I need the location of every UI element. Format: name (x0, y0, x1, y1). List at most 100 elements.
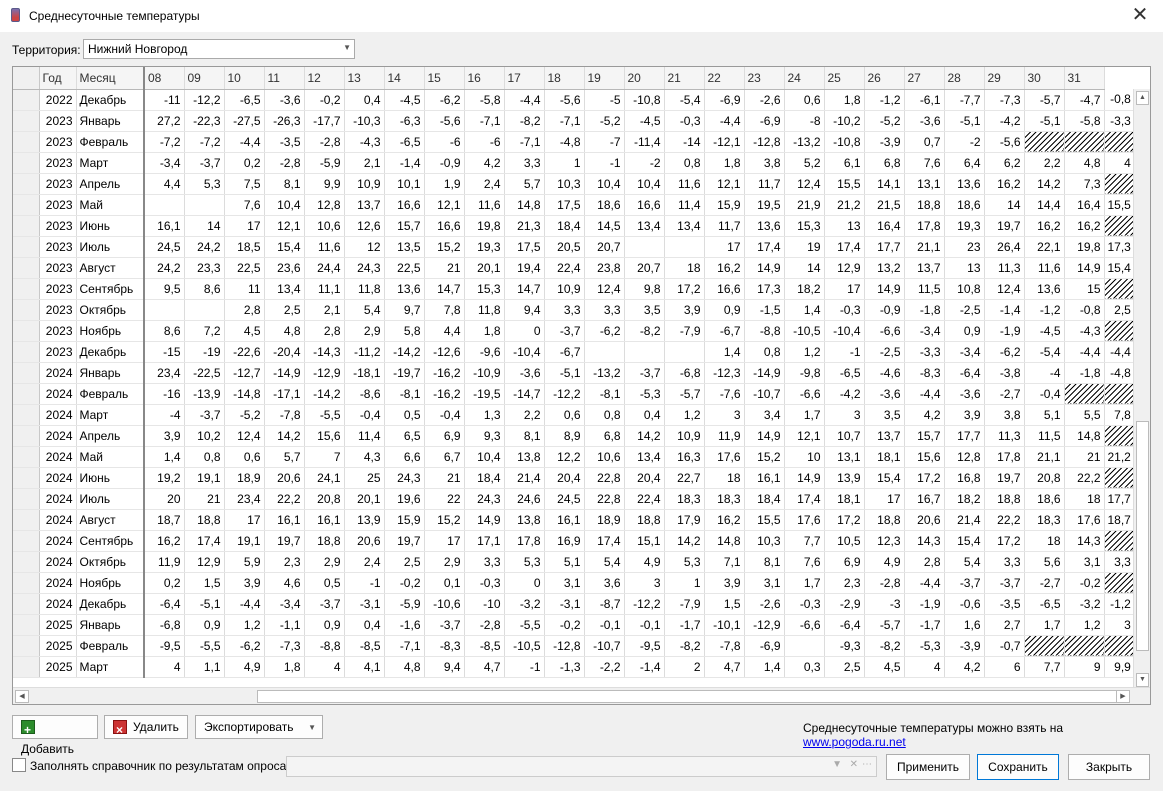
temperature-cell[interactable]: -3,7 (984, 572, 1025, 594)
temperature-cell[interactable] (784, 635, 825, 657)
temperature-cell[interactable]: 12,9 (184, 551, 225, 573)
temperature-cell[interactable]: 0,8 (184, 446, 225, 468)
temperature-cell[interactable]: 19,7 (384, 530, 425, 552)
month-cell[interactable]: Март (76, 656, 145, 678)
temperature-cell[interactable]: 7,3 (1064, 173, 1105, 195)
temperature-cell[interactable]: 20,6 (344, 530, 385, 552)
export-button[interactable]: Экспортировать ▼ (195, 715, 323, 739)
temperature-cell[interactable]: -3,6 (504, 362, 545, 384)
temperature-cell[interactable]: 24,5 (144, 236, 185, 258)
temperature-cell[interactable]: -5,6 (424, 110, 465, 132)
temperature-cell[interactable]: 0 (504, 320, 545, 342)
temperature-cell[interactable]: 10,7 (824, 425, 865, 447)
column-header[interactable]: 19 (584, 67, 625, 90)
temperature-cell[interactable]: -6,4 (944, 362, 985, 384)
temperature-cell[interactable]: 5,8 (384, 320, 425, 342)
month-cell[interactable]: Июнь (76, 215, 145, 237)
temperature-cell[interactable]: -12,7 (224, 362, 265, 384)
temperature-cell[interactable]: -17,1 (264, 383, 305, 405)
temperature-cell[interactable]: 3,3 (1104, 551, 1135, 573)
row-indicator[interactable] (13, 509, 40, 531)
temperature-cell[interactable]: -3,6 (264, 89, 305, 111)
temperature-cell[interactable]: 3 (1104, 614, 1135, 636)
temperature-cell[interactable]: 12,8 (944, 446, 985, 468)
temperature-cell[interactable]: 21,2 (1104, 446, 1135, 468)
temperature-cell[interactable]: -12,1 (704, 131, 745, 153)
temperature-cell[interactable]: 15,9 (704, 194, 745, 216)
temperature-cell[interactable]: 19,4 (504, 257, 545, 279)
temperature-cell[interactable]: -1 (344, 572, 385, 594)
temperature-cell[interactable]: -5,8 (1064, 110, 1105, 132)
year-cell[interactable]: 2024 (39, 362, 77, 384)
temperature-cell[interactable]: 21,1 (1024, 446, 1065, 468)
temperature-cell[interactable]: 2,5 (384, 551, 425, 573)
temperature-cell[interactable]: 16,2 (704, 509, 745, 531)
year-cell[interactable]: 2023 (39, 278, 77, 300)
apply-button[interactable]: Применить (886, 754, 970, 780)
temperature-cell[interactable]: -6,4 (824, 614, 865, 636)
temperature-cell[interactable]: 10,9 (664, 425, 705, 447)
temperature-cell[interactable]: 14,4 (1024, 194, 1065, 216)
month-cell[interactable]: Август (76, 257, 145, 279)
temperature-cell[interactable]: 15,2 (424, 509, 465, 531)
temperature-cell[interactable]: 7,8 (1104, 404, 1135, 426)
temperature-cell[interactable]: 6,8 (584, 425, 625, 447)
temperature-cell[interactable]: 11,8 (464, 299, 505, 321)
temperature-cell[interactable]: 24,3 (464, 488, 505, 510)
temperature-cell[interactable]: -4,4 (504, 89, 545, 111)
table-row[interactable]: 2024 Декабрь -6,4 -5,1 -4,4 -3,4 -3,7 -3,1 -5,9-… (13, 593, 1135, 615)
month-cell[interactable]: Апрель (76, 425, 145, 447)
temperature-cell[interactable]: 12,1 (424, 194, 465, 216)
temperature-cell[interactable]: 22,5 (224, 257, 265, 279)
temperature-cell[interactable]: 14,9 (744, 425, 785, 447)
temperature-cell[interactable]: 11,5 (1024, 425, 1065, 447)
temperature-cell[interactable]: -10,2 (824, 110, 865, 132)
temperature-cell[interactable]: 24,2 (144, 257, 185, 279)
temperature-cell[interactable]: -5,7 (664, 383, 705, 405)
temperature-cell[interactable]: 7,1 (704, 551, 745, 573)
temperature-cell[interactable]: 3,9 (144, 425, 185, 447)
temperature-cell[interactable]: -19,5 (464, 383, 505, 405)
temperature-cell[interactable]: -4,5 (384, 89, 425, 111)
nonexistent-day-cell[interactable] (1064, 131, 1105, 153)
year-cell[interactable]: 2024 (39, 383, 77, 405)
month-cell[interactable]: Август (76, 509, 145, 531)
temperature-cell[interactable]: 6,6 (384, 446, 425, 468)
temperature-cell[interactable]: -3,4 (264, 593, 305, 615)
temperature-cell[interactable]: 0,9 (184, 614, 225, 636)
column-header[interactable]: 13 (344, 67, 385, 90)
temperature-cell[interactable]: -10,4 (824, 320, 865, 342)
temperature-cell[interactable]: 1,4 (144, 446, 185, 468)
temperature-cell[interactable]: -11,2 (344, 341, 385, 363)
temperature-cell[interactable]: 22,4 (544, 257, 585, 279)
year-cell[interactable]: 2023 (39, 320, 77, 342)
temperature-cell[interactable]: 17,7 (864, 236, 905, 258)
temperature-cell[interactable]: 5,1 (1024, 404, 1065, 426)
temperature-cell[interactable]: -1 (824, 341, 865, 363)
temperature-cell[interactable]: 3,5 (864, 404, 905, 426)
temperature-cell[interactable]: 20,1 (344, 488, 385, 510)
temperature-cell[interactable]: -6 (464, 131, 505, 153)
temperature-cell[interactable]: 4,4 (144, 173, 185, 195)
temperature-cell[interactable]: 0,6 (224, 446, 265, 468)
temperature-cell[interactable]: 7,8 (424, 299, 465, 321)
nonexistent-day-cell[interactable] (1104, 278, 1135, 300)
temperature-cell[interactable]: -5,1 (544, 362, 585, 384)
temperature-cell[interactable]: -1,9 (984, 320, 1025, 342)
temperature-cell[interactable]: -8,3 (904, 362, 945, 384)
temperature-cell[interactable]: 23,3 (184, 257, 225, 279)
temperature-cell[interactable]: -5,1 (944, 110, 985, 132)
temperature-cell[interactable]: -6,2 (424, 89, 465, 111)
year-cell[interactable]: 2024 (39, 551, 77, 573)
temperature-cell[interactable]: -5,5 (504, 614, 545, 636)
row-indicator[interactable] (13, 404, 40, 426)
temperature-cell[interactable]: 13,4 (664, 215, 705, 237)
temperature-cell[interactable]: -3,3 (904, 341, 945, 363)
temperature-cell[interactable]: 3,3 (464, 551, 505, 573)
month-cell[interactable]: Январь (76, 110, 145, 132)
fill-from-survey-checkbox[interactable] (12, 758, 26, 772)
temperature-cell[interactable]: -6,5 (224, 89, 265, 111)
temperature-cell[interactable]: 13,9 (344, 509, 385, 531)
temperature-cell[interactable]: -3,6 (944, 383, 985, 405)
temperature-cell[interactable]: -4,2 (984, 110, 1025, 132)
